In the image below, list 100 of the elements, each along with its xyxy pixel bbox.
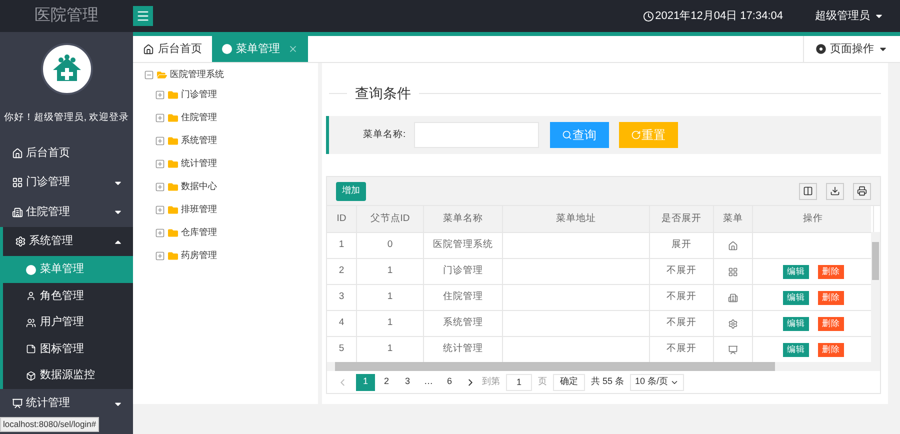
table-cell: 1 [357,311,424,336]
table-cell: 不展开 [650,259,714,284]
tree-node[interactable]: 统计管理 [144,152,318,175]
folder-icon [168,182,178,192]
table-cell: 住院管理 [424,285,503,310]
print-button[interactable] [853,182,871,200]
horizontal-scrollbar[interactable] [327,362,880,371]
gear-icon [15,236,26,247]
home-icon [12,148,23,158]
hospital-logo [40,43,92,95]
folder-icon [168,228,178,238]
status-url: localhost:8080/sel/login# [0,417,100,432]
search-icon [562,130,572,140]
presentation-icon [728,344,738,354]
submenu-item[interactable]: 菜单管理 [0,256,133,283]
add-button[interactable]: 增加 [336,182,366,200]
expand-icon [155,90,165,100]
close-icon [288,44,298,54]
grid-icon [728,266,738,276]
gear-icon [728,318,738,328]
tab[interactable]: 后台首页 [133,36,212,62]
edit-button[interactable]: 编辑 [783,316,809,330]
goto-label: 到第 [482,375,500,388]
page-link[interactable]: 1 [356,374,375,390]
sidebar-item[interactable]: 住院管理 [0,197,133,227]
tab[interactable]: 菜单管理 [212,36,308,62]
users-icon [26,318,36,328]
sidebar-item[interactable]: 统计管理 [0,388,133,418]
tree-node[interactable]: 住院管理 [144,106,318,129]
page-size-select[interactable]: 10 条/页 [630,374,684,390]
note-icon [26,344,36,354]
table-cell: 1 [357,285,424,310]
submenu-item[interactable]: 用户管理 [3,309,133,336]
table-cell: 1 [357,259,424,284]
tree-node[interactable]: 门诊管理 [144,83,318,106]
total-count: 共 55 条 [591,375,624,388]
column-header: 是否展开 [650,206,714,232]
tree-node[interactable]: 医院管理系统 [144,67,318,83]
table-cell: 3 [327,285,357,310]
table-cell: 不展开 [650,311,714,336]
user-icon [26,291,36,301]
edit-button[interactable]: 编辑 [783,342,809,356]
expand-icon [155,158,165,168]
column-header: ID [327,206,357,232]
expand-icon [155,228,165,238]
tree-node[interactable]: 药房管理 [144,244,318,267]
page-link[interactable]: … [419,374,438,390]
tree-node[interactable]: 数据中心 [144,175,318,198]
expand-icon [155,112,165,122]
section-title: 查询条件 [355,84,411,103]
table-cell: 1 [327,233,357,258]
menu-name-field[interactable] [414,122,539,148]
sidebar-item[interactable]: 门诊管理 [0,168,133,198]
tree-node[interactable]: 系统管理 [144,129,318,152]
expand-icon [155,250,165,260]
user-menu[interactable]: 超级管理员 [815,8,884,24]
submenu-item[interactable]: 角色管理 [3,282,133,310]
sidebar-item[interactable]: 后台首页 [0,138,133,168]
table-cell: 医院管理系统 [424,233,503,258]
page-number-field[interactable]: 1 [506,374,532,390]
folder-icon [168,158,178,168]
page-actions-button[interactable]: 页面操作 [803,36,900,62]
tree-node[interactable]: 排班管理 [144,198,318,221]
date-time: 2021年12月04日 17:34:04 [655,8,783,24]
menu-button[interactable] [133,6,153,26]
folder-icon [168,112,178,122]
table-cell: 0 [357,233,424,258]
submenu-item[interactable]: 图标管理 [3,336,133,362]
table-cell: 展开 [650,233,714,258]
collapse-icon [144,70,154,80]
page-link[interactable]: 6 [440,374,459,390]
field-label: 菜单名称: [363,128,406,142]
menu-icon [136,9,150,23]
expand-icon [155,182,165,192]
home-icon [143,44,154,54]
edit-button[interactable]: 编辑 [783,290,809,304]
presentation-icon [12,398,23,409]
submenu-item[interactable]: 数据源监控 [3,362,133,389]
folder-icon [168,90,178,100]
scrollbar[interactable] [871,232,880,362]
download-icon [830,186,840,196]
tree-node[interactable]: 仓库管理 [144,221,318,244]
table-cell: 门诊管理 [424,259,503,284]
home-icon [728,240,738,250]
column-header: 菜单地址 [503,206,650,232]
columns-button[interactable] [799,182,817,200]
cube-icon [26,370,36,380]
column-header: 父节点ID [357,206,424,232]
column-header: 菜单名称 [424,206,503,232]
sidebar-item[interactable]: 系统管理 [0,226,133,256]
building-icon [12,206,23,218]
table-cell: 系统管理 [424,311,503,336]
column-header: 菜单 [714,206,753,232]
page-link[interactable]: 3 [398,374,417,390]
app-title: 医院管理 [34,6,100,26]
export-button[interactable] [826,182,844,200]
clock-icon [643,10,654,22]
confirm-button[interactable]: 确定 [553,374,585,390]
page-link[interactable]: 2 [377,374,396,390]
edit-button[interactable]: 编辑 [783,264,809,278]
